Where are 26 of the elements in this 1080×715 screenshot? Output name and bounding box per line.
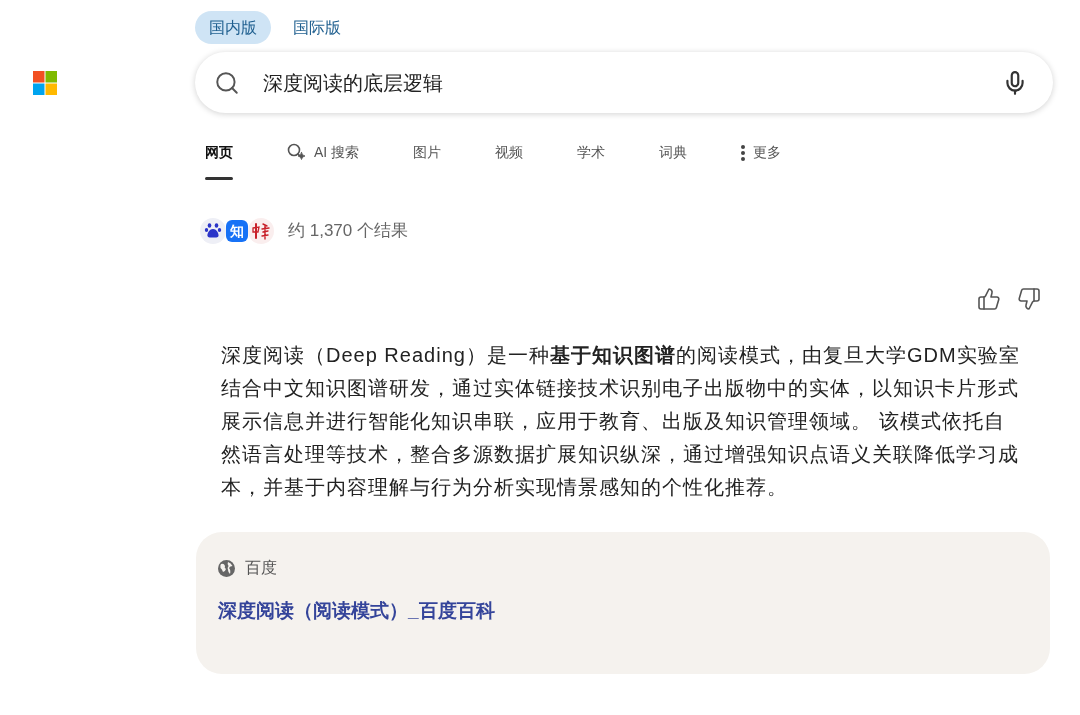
paw-logo-icon <box>200 218 226 244</box>
brush-stroke-logo-icon <box>248 218 274 244</box>
nav-tab[interactable]: 更多 <box>731 130 792 180</box>
edition-tab[interactable]: 国内版 <box>195 11 271 44</box>
edition-tab[interactable]: 国际版 <box>279 11 355 44</box>
more-dots-icon <box>741 144 746 161</box>
four-squares-logo-icon <box>33 71 57 95</box>
source-site: 百度 <box>245 558 277 578</box>
nav-tab[interactable]: 学术 <box>567 130 616 180</box>
answer-paragraph: 深度阅读（Deep Reading）是一种基于知识图谱的阅读模式，由复旦大学GDM实验室结合中文知识图谱研发，通过实体链接技术识别电子出版物中的实体，以知识卡片形式展示信息并进行智能化知识串联，应用于教育、出版及知识管理领域。 该模式依托自然语言处理等技术，整合多源数据扩展知识纵深，通过增强知识点语义关联降低学习成本，并基于内容理解与行为分析实现情景感知的个性化推荐。 <box>221 343 1021 500</box>
thumbs-down-icon <box>1017 287 1041 311</box>
thumbs-up-icon <box>977 287 1001 311</box>
thumbs-down-button[interactable] <box>1017 287 1041 311</box>
search-icon <box>214 69 240 96</box>
nav-tab[interactable]: 视频 <box>485 130 534 180</box>
result-count: 约 1,370 个结果 <box>288 220 408 243</box>
result-title-link[interactable]: 深度阅读（阅读模式）_百度百科 <box>218 597 495 626</box>
nav-tab[interactable]: 网页 <box>195 130 243 180</box>
sparkle-search-icon <box>287 143 306 162</box>
globe-icon <box>218 559 235 577</box>
thumbs-up-button[interactable] <box>977 287 1001 311</box>
nav-tab[interactable]: 图片 <box>403 130 452 180</box>
nav-tab[interactable]: 词典 <box>649 130 698 180</box>
nav-tab[interactable]: AI 搜索 <box>277 130 370 180</box>
letter-logo-icon: 知 <box>226 220 248 242</box>
search-input[interactable]: 深度阅读的底层逻辑 <box>263 67 1001 98</box>
